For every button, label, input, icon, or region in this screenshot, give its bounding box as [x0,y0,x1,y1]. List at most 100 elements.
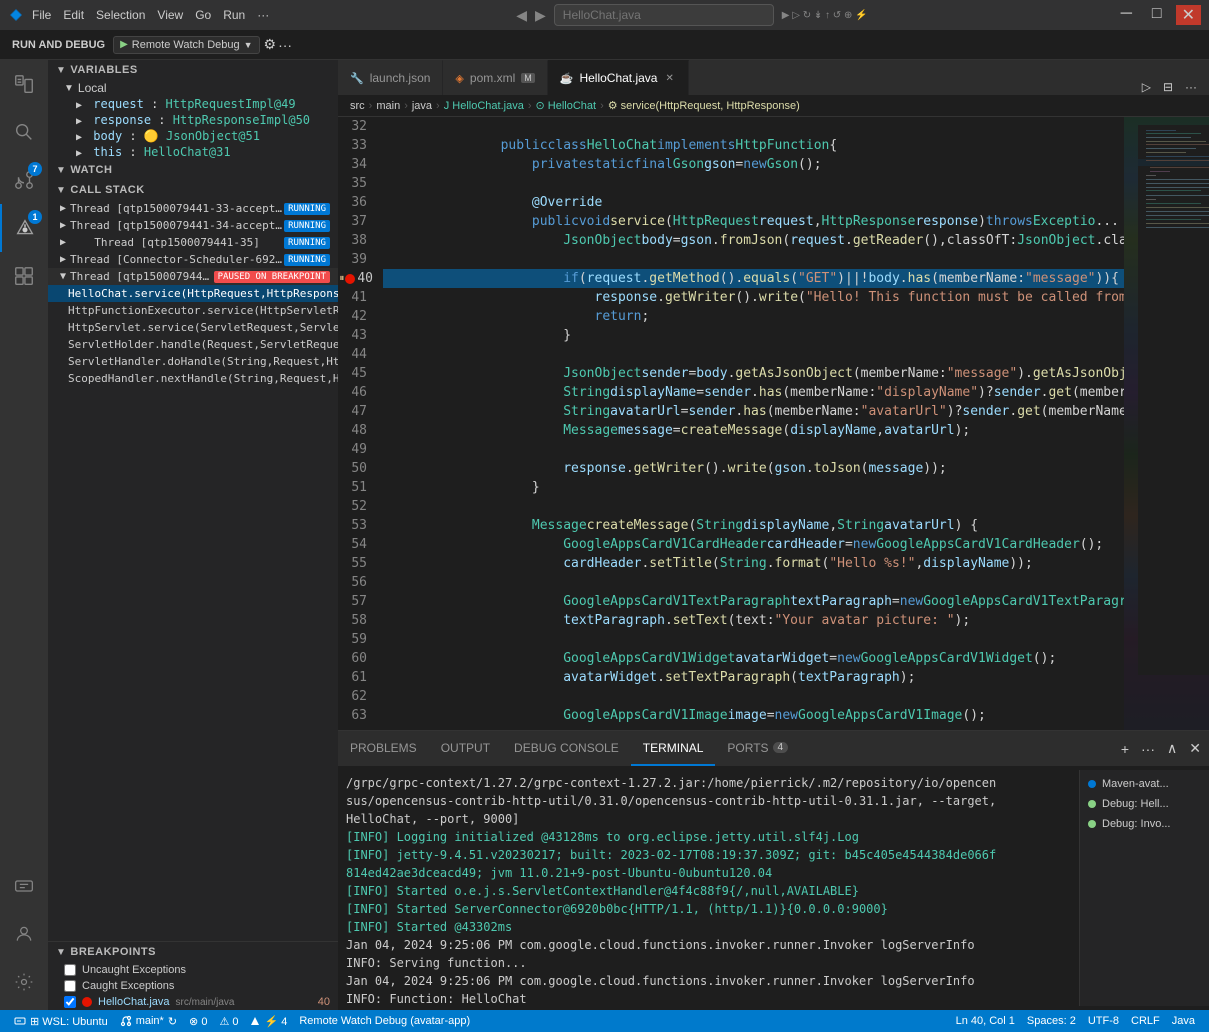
var-this[interactable]: ▶ this : HelloChat@31 [56,144,338,160]
run-without-debug-button[interactable]: ▷ [1138,79,1155,95]
stack-frame-1[interactable]: HttpFunctionExecutor.service(HttpServlet… [48,302,338,319]
bc-file[interactable]: J HelloChat.java [444,100,524,112]
status-eol[interactable]: CRLF [1125,1015,1166,1027]
add-terminal-button[interactable]: + [1117,739,1133,759]
activity-item-remote[interactable] [0,862,48,910]
thread-4[interactable]: ▶ Thread [Connector-Scheduler-6920b0bc-1… [48,251,338,268]
status-debug-threads[interactable]: ⚡ 4 [244,1010,293,1032]
status-branch[interactable]: main* ↻ [114,1010,183,1032]
tab-close-icon[interactable]: ✕ [663,73,675,84]
tab-launch-json[interactable]: 🔧 launch.json [338,60,443,95]
menu-run[interactable]: Run [223,8,245,22]
status-debug-config[interactable]: Remote Watch Debug (avatar-app) [293,1010,476,1032]
line-61: 61 [338,668,375,687]
panel-tab-debug-console[interactable]: DEBUG CONSOLE [502,731,631,766]
terminal-line-10: INFO: Function: HelloChat [346,990,1071,1006]
breakpoints-header[interactable]: ▼ BREAKPOINTS [48,942,338,962]
running-badge: RUNNING [284,254,330,266]
stack-frame-active[interactable]: HelloChat.service(HttpRequest,HttpRespon… [48,285,338,302]
tab-pom-xml[interactable]: ◈ pom.xml M [443,60,547,95]
status-warnings[interactable]: ⚠ 0 [213,1010,244,1032]
eol-label: CRLF [1131,1015,1160,1027]
terminal-instance-debug1[interactable]: Debug: Hell... [1080,794,1209,814]
bc-java[interactable]: java [412,100,432,112]
spaces-label: Spaces: 2 [1027,1015,1076,1027]
variables-header[interactable]: ▼ VARIABLES [48,60,338,80]
status-position[interactable]: Ln 40, Col 1 [950,1015,1021,1027]
status-spaces[interactable]: Spaces: 2 [1021,1015,1082,1027]
line-55: 55 [338,554,375,573]
panel-close-button[interactable]: ✕ [1185,738,1205,759]
more-actions-button[interactable]: ··· [1181,79,1201,95]
thread-3[interactable]: ▶ Thread [qtp1500079441-35] RUNNING [48,234,338,251]
thread-expand-icon: ▶ [60,203,66,214]
var-name: body [93,129,122,143]
local-header[interactable]: ▼ Local [56,80,338,96]
stack-frame-3[interactable]: ServletHolder.handle(Request,ServletRequ… [48,336,338,353]
terminal-area[interactable]: /grpc/grpc-context/1.27.2/grpc-context-1… [338,770,1079,1006]
terminal-instance-maven[interactable]: Maven-avat... [1080,774,1209,794]
activity-item-search[interactable] [0,108,48,156]
maximize-button[interactable]: □ [1146,5,1168,25]
debug-config-selector[interactable]: ▶ Remote Watch Debug ▼ [113,36,259,54]
activity-item-explorer[interactable] [0,60,48,108]
gear-icon[interactable]: ⚙ [264,36,277,53]
bc-method[interactable]: ⚙ service(HttpRequest, HttpResponse) [608,99,800,112]
code-content[interactable]: public class HelloChat implements HttpFu… [383,117,1124,730]
var-request[interactable]: ▶ request : HttpRequestImpl@49 [56,96,338,112]
panel-tab-output[interactable]: OUTPUT [429,731,502,766]
close-button[interactable]: ✕ [1176,5,1201,25]
menu-view[interactable]: View [157,8,183,22]
status-remote[interactable]: ⊞ WSL: Ubuntu [8,1010,114,1032]
panel-tab-terminal[interactable]: TERMINAL [631,731,716,766]
terminal-more-button[interactable]: ··· [1137,739,1159,759]
bp-file[interactable]: HelloChat.java src/main/java 40 [48,994,338,1010]
menu-go[interactable]: Go [195,8,211,22]
call-stack-header[interactable]: ▼ CALL STACK [48,180,338,200]
nav-back[interactable]: ◀ [516,7,527,24]
activity-item-extensions[interactable] [0,252,48,300]
bp-uncaught-checkbox[interactable] [64,964,76,976]
menu-more[interactable]: ··· [257,8,269,22]
watch-header[interactable]: ▼ WATCH [48,160,338,180]
panel-tab-ports[interactable]: PORTS 4 [715,731,800,766]
status-language[interactable]: Java [1166,1015,1201,1027]
tab-hellochat-java[interactable]: ☕ HelloChat.java ✕ [548,60,689,95]
stack-frame-2[interactable]: HttpServlet.service(ServletRequest,Servl… [48,319,338,336]
activity-item-accounts[interactable] [0,910,48,958]
terminal-instance-debug2[interactable]: Debug: Invo... [1080,814,1209,834]
activity-item-debug[interactable]: 1 [0,204,48,252]
status-errors[interactable]: ⊗ 0 [183,1010,213,1032]
bp-caught-checkbox[interactable] [64,980,76,992]
panel-tab-problems[interactable]: PROBLEMS [338,731,429,766]
bc-class[interactable]: ⊙ HelloChat [535,99,596,112]
bp-uncaught[interactable]: Uncaught Exceptions [48,962,338,978]
var-body[interactable]: ▶ body : 🟡 JsonObject@51 [56,128,338,144]
minimize-button[interactable]: ─ [1115,5,1138,25]
more-options-icon[interactable]: ··· [278,37,292,53]
thread-2[interactable]: ▶ Thread [qtp1500079441-34-acceptor-1@66… [48,217,338,234]
bp-file-checkbox[interactable] [64,996,76,1008]
thread-5[interactable]: ▼ Thread [qtp1500079441-37] PAUSED ON BR… [48,268,338,285]
stack-frame-4[interactable]: ServletHandler.doHandle(String,Request,H… [48,353,338,370]
activity-item-git[interactable]: 7 [0,156,48,204]
bc-main[interactable]: main [376,100,400,112]
terminal-dot-icon [1088,800,1096,808]
bp-caught[interactable]: Caught Exceptions [48,978,338,994]
nav-forward[interactable]: ▶ [535,7,546,24]
launch-json-icon: 🔧 [350,72,364,85]
menu-file[interactable]: File [32,8,51,22]
terminal-line-8: INFO: Serving function... [346,954,1071,972]
status-encoding[interactable]: UTF-8 [1082,1015,1125,1027]
menu-edit[interactable]: Edit [63,8,84,22]
search-input[interactable] [554,4,774,26]
frame-name: HttpServlet.service(ServletRequest,Servl… [68,321,338,334]
thread-1[interactable]: ▶ Thread [qtp1500079441-33-acceptor-0@48… [48,200,338,217]
panel-collapse-button[interactable]: ∧ [1163,738,1181,759]
stack-frame-5[interactable]: ScopedHandler.nextHandle(String,Request,… [48,370,338,387]
split-editor-button[interactable]: ⊟ [1159,79,1177,95]
var-response[interactable]: ▶ response : HttpResponseImpl@50 [56,112,338,128]
bc-src[interactable]: src [350,100,365,112]
activity-item-settings[interactable] [0,958,48,1006]
menu-selection[interactable]: Selection [96,8,145,22]
